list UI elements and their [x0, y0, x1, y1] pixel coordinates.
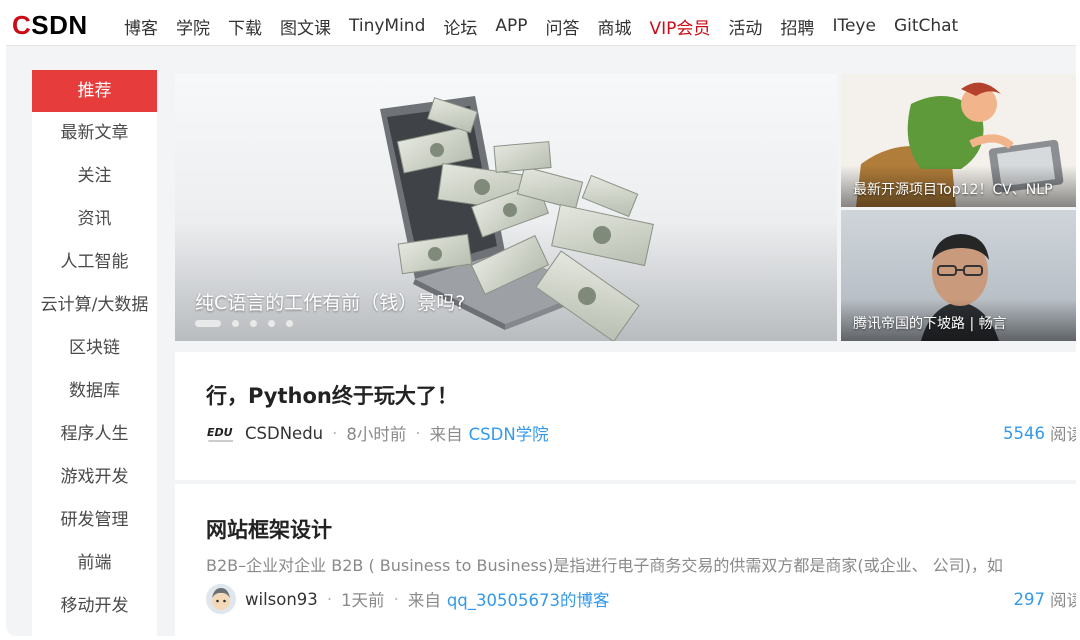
nav-item-blog[interactable]: 博客	[124, 14, 158, 39]
side-banner-caption[interactable]: 最新开源项目Top12！CV、NLP	[853, 179, 1053, 199]
read-count-label: 阅读	[1050, 591, 1076, 610]
publish-time: 8小时前	[346, 425, 407, 444]
read-count-number: 297	[1013, 589, 1046, 609]
source-prefix: 来自	[407, 591, 441, 610]
carousel-dot-5[interactable]	[286, 320, 293, 327]
csdn-homepage: C SDN 博客 学院 下载 图文课 TinyMind 论坛 APP 问答 商城 …	[6, 6, 1076, 636]
side-banner-caption[interactable]: 腾讯帝国的下坡路 | 畅言	[853, 313, 1007, 333]
nav-item-vip[interactable]: VIP会员	[650, 14, 711, 39]
nav-item-tinymind[interactable]: TinyMind	[349, 16, 425, 36]
csdn-logo[interactable]: C SDN	[12, 10, 88, 40]
avatar[interactable]: EDU	[206, 418, 236, 448]
banner-caption[interactable]: 纯C语言的工作有前（钱）景吗?	[195, 288, 465, 315]
nav-item-academy[interactable]: 学院	[176, 14, 210, 39]
category-sidebar: 推荐 最新文章 关注 资讯 人工智能 云计算/大数据 区块链 数据库 程序人生 …	[32, 70, 157, 636]
nav-item-jobs[interactable]: 招聘	[780, 14, 814, 39]
read-count-number: 5546	[1003, 423, 1045, 443]
article-title[interactable]: 行，Python终于玩大了！	[206, 380, 458, 410]
sidebar-item-following[interactable]: 关注	[32, 155, 157, 198]
article-meta: EDU CSDNedu · 8小时前 · 来自 CSDN学院	[206, 418, 549, 448]
sidebar-item-cloud-bigdata[interactable]: 云计算/大数据	[32, 284, 157, 327]
nav-item-forum[interactable]: 论坛	[443, 14, 477, 39]
sidebar-item-mobile-dev[interactable]: 移动开发	[32, 585, 157, 628]
cartoon-avatar-icon	[206, 584, 236, 614]
article-card: 网站框架设计 B2B–企业对企业 B2B ( Business to Busin…	[175, 484, 1076, 636]
top-navigation: C SDN 博客 学院 下载 图文课 TinyMind 论坛 APP 问答 商城 …	[6, 6, 1076, 46]
sidebar-item-news[interactable]: 资讯	[32, 198, 157, 241]
author-name[interactable]: CSDNedu	[245, 424, 323, 443]
sidebar-item-programmer-life[interactable]: 程序人生	[32, 413, 157, 456]
carousel-indicators	[195, 320, 304, 327]
article-meta: wilson93 · 1天前 · 来自 qq_30505673的博客	[206, 584, 610, 614]
article-title[interactable]: 网站框架设计	[206, 514, 332, 544]
svg-text:EDU: EDU	[207, 426, 233, 439]
sidebar-item-rd-management[interactable]: 研发管理	[32, 499, 157, 542]
nav-item-iteye[interactable]: ITeye	[832, 16, 876, 36]
sidebar-item-database[interactable]: 数据库	[32, 370, 157, 413]
read-count: 5546 阅读	[1003, 418, 1076, 448]
publish-time: 1天前	[341, 591, 385, 610]
logo-letters: SDN	[31, 9, 88, 40]
meta-separator: ·	[326, 589, 333, 609]
read-count: 297 阅读	[1014, 584, 1077, 614]
sidebar-item-recommend[interactable]: 推荐	[32, 70, 157, 112]
meta-separator: ·	[393, 589, 399, 609]
edu-logo-icon: EDU	[207, 426, 233, 442]
read-count-label: 阅读	[1050, 425, 1076, 444]
article-card: 行，Python终于玩大了！ EDU CSDNedu · 8小时前 · 来自 C…	[175, 352, 1076, 480]
source-link[interactable]: qq_30505673的博客	[447, 587, 610, 611]
source-link[interactable]: CSDN学院	[469, 421, 549, 445]
sidebar-item-game-dev[interactable]: 游戏开发	[32, 456, 157, 499]
avatar[interactable]	[206, 584, 236, 614]
side-banner-open-source[interactable]: 最新开源项目Top12！CV、NLP	[841, 74, 1076, 207]
nav-item-events[interactable]: 活动	[728, 14, 762, 39]
sidebar-item-blockchain[interactable]: 区块链	[32, 327, 157, 370]
nav-item-download[interactable]: 下载	[228, 14, 262, 39]
nav-list: 博客 学院 下载 图文课 TinyMind 论坛 APP 问答 商城 VIP会员…	[124, 6, 976, 46]
sidebar-item-latest[interactable]: 最新文章	[32, 112, 157, 155]
carousel-dot-1[interactable]	[195, 320, 221, 327]
nav-item-app[interactable]: APP	[495, 16, 527, 36]
logo-letter: C	[12, 9, 32, 40]
meta-separator: ·	[332, 423, 338, 443]
side-banner-tencent[interactable]: 腾讯帝国的下坡路 | 畅言	[841, 210, 1076, 341]
carousel-dot-2[interactable]	[232, 320, 239, 327]
meta-separator: ·	[415, 423, 421, 443]
nav-item-gitchat[interactable]: GitChat	[894, 16, 958, 36]
carousel-dot-3[interactable]	[250, 320, 257, 327]
carousel-dot-4[interactable]	[268, 320, 275, 327]
nav-item-courses[interactable]: 图文课	[280, 14, 331, 39]
nav-item-qa[interactable]: 问答	[546, 14, 580, 39]
author-name[interactable]: wilson93	[245, 590, 318, 609]
sidebar-item-frontend[interactable]: 前端	[32, 542, 157, 585]
sidebar-item-ai[interactable]: 人工智能	[32, 241, 157, 284]
nav-item-mall[interactable]: 商城	[598, 14, 632, 39]
main-banner-carousel[interactable]: 纯C语言的工作有前（钱）景吗?	[175, 74, 837, 341]
article-summary: B2B–企业对企业 B2B ( Business to Business)是指进…	[206, 556, 1003, 575]
source-prefix: 来自	[429, 425, 463, 444]
